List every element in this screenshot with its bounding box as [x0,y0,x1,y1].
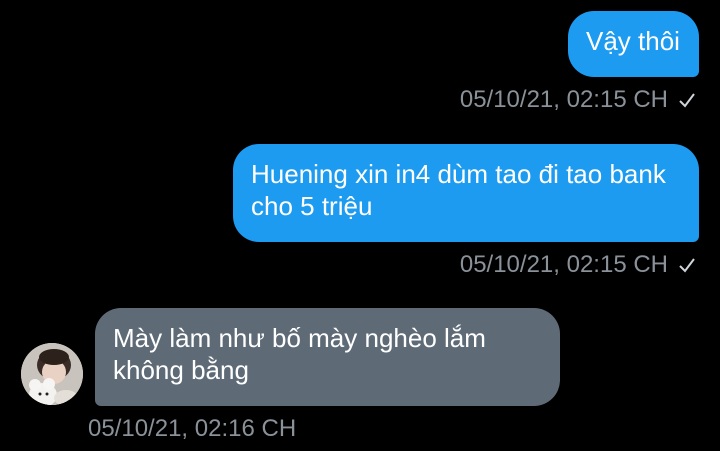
message-timestamp: 05/10/21, 02:16 CH [88,415,297,442]
message-text: Vậy thôi [586,26,680,56]
check-icon [678,256,696,274]
message-text: Huening xin in4 dùm tao đi tao bank cho … [251,159,666,221]
check-icon [678,91,696,109]
message-timestamp: 05/10/21, 02:15 CH [459,86,668,113]
message-meta: 05/10/21, 02:16 CH [88,415,296,443]
message-timestamp: 05/10/21, 02:15 CH [459,251,668,278]
message-meta: 05/10/21, 02:15 CH [460,251,696,279]
message-meta: 05/10/21, 02:15 CH [460,86,696,114]
chat-thread: Vậy thôi 05/10/21, 02:15 CH Huening xin … [0,0,720,451]
message-bubble-received[interactable]: Mày làm như bố mày nghèo lắm không bằng [95,308,560,406]
avatar[interactable] [21,343,83,405]
avatar-image [21,343,83,405]
message-bubble-sent[interactable]: Huening xin in4 dùm tao đi tao bank cho … [233,144,699,242]
message-bubble-sent[interactable]: Vậy thôi [568,11,699,77]
message-text: Mày làm như bố mày nghèo lắm không bằng [113,323,486,385]
